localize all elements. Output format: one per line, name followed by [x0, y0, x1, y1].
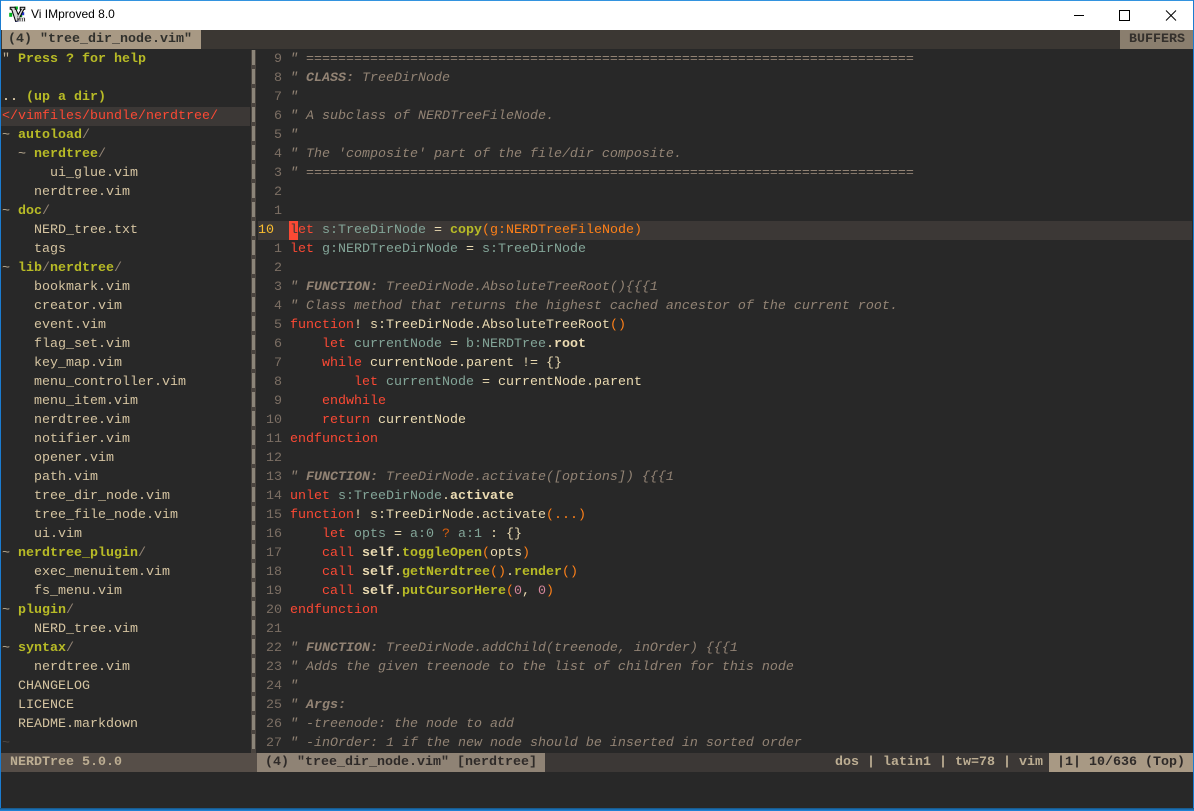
svg-text:im: im: [17, 14, 26, 23]
